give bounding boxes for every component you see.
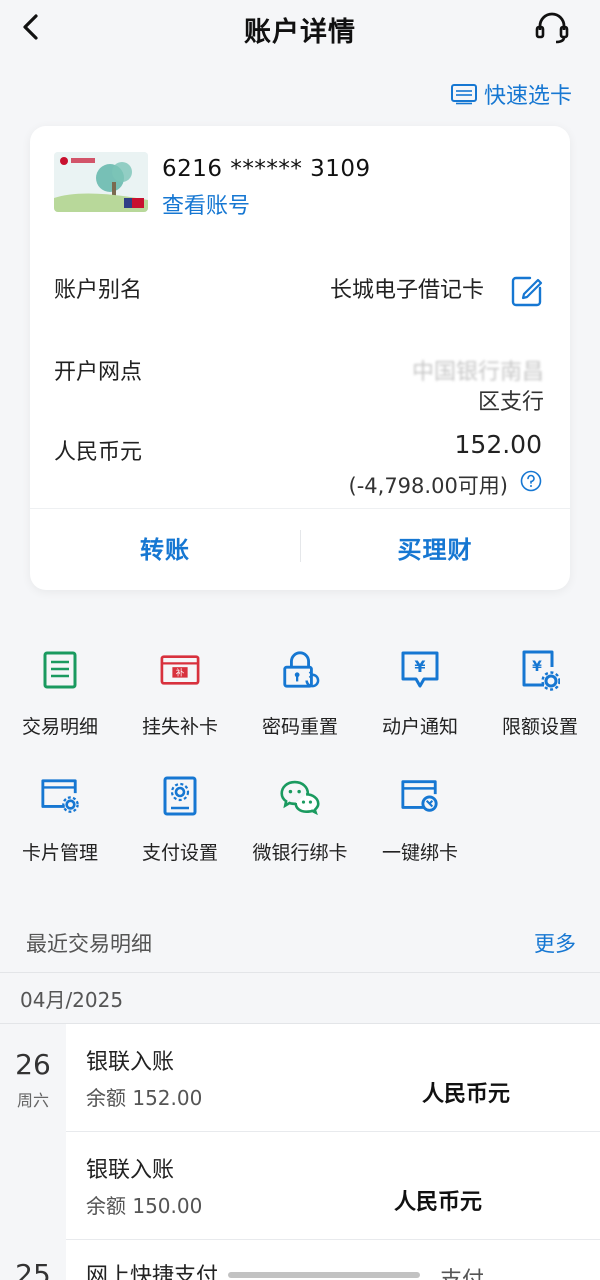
grid-item-password-reset[interactable]: 密码重置	[240, 650, 360, 760]
date-marker: 26 周六	[0, 1048, 66, 1111]
grid-label: 微银行绑卡	[252, 842, 348, 864]
buy-wealth-button[interactable]: 买理财	[300, 522, 570, 572]
currency-label: 人民币元	[54, 440, 143, 465]
yuan-message-icon: ¥	[401, 651, 439, 688]
page-title: 账户详情	[244, 16, 356, 48]
view-account-link[interactable]: 查看账号	[162, 188, 250, 220]
transaction-row[interactable]: 银联入账 余额 152.00 人民币元	[66, 1024, 600, 1132]
svg-text:补: 补	[176, 667, 185, 679]
wechat-icon	[280, 780, 320, 816]
transfer-button[interactable]: 转账	[30, 522, 300, 572]
edit-alias-button[interactable]	[510, 274, 544, 308]
grid-item-wechat-bind-card[interactable]: 微银行绑卡	[240, 776, 360, 886]
grid-item-payment-settings[interactable]: 支付设置	[120, 776, 240, 886]
grid-label: 限额设置	[501, 716, 578, 738]
weekday: 周六	[16, 1091, 49, 1110]
transaction-currency: 人民币元	[394, 1190, 483, 1215]
transaction-currency: 人民币元	[422, 1082, 511, 1107]
help-button[interactable]	[520, 470, 542, 492]
alias-value: 长城电子借记卡	[329, 278, 484, 303]
headset-icon	[535, 12, 569, 44]
payment-settings-icon	[163, 776, 197, 816]
chevron-left-icon	[23, 14, 38, 40]
transaction-row[interactable]: 银联入账 余额 150.00 人民币元	[66, 1132, 600, 1240]
edit-icon	[511, 276, 543, 307]
debit-card-image	[54, 152, 148, 212]
transaction-balance: 余额 150.00	[86, 1194, 203, 1218]
home-indicator	[228, 1272, 420, 1278]
available-amount: (-4,798.00可用)	[348, 474, 508, 498]
grid-item-report-loss[interactable]: 补 挂失补卡	[120, 650, 240, 760]
top-bar: 账户详情	[0, 0, 600, 58]
transaction-name: 银联入账	[86, 1158, 175, 1183]
month-header: 04月/2025	[0, 972, 600, 1024]
transaction-name: 银联入账	[86, 1050, 175, 1075]
day-number: 25	[15, 1258, 51, 1280]
month-label: 04月/2025	[20, 987, 124, 1012]
card-divider	[30, 508, 570, 509]
grid-item-one-click-bind[interactable]: 一键绑卡	[360, 776, 480, 886]
report-loss-icon: 补	[160, 655, 200, 685]
question-icon	[520, 470, 542, 492]
grid-label: 交易明细	[21, 716, 98, 738]
lock-reset-icon	[283, 651, 320, 688]
card-settings-icon	[41, 779, 79, 813]
transaction-name: 网上快捷支付	[86, 1264, 219, 1280]
svg-text:¥: ¥	[532, 659, 542, 675]
recent-transactions-title: 最近交易明细	[26, 932, 152, 956]
grid-label: 挂失补卡	[141, 716, 218, 738]
grid-label: 一键绑卡	[381, 842, 458, 864]
quick-select-card-button[interactable]: 快速选卡	[450, 78, 572, 110]
branch-label: 开户网点	[54, 360, 143, 385]
day-number: 26	[15, 1048, 51, 1081]
svg-text:¥: ¥	[414, 657, 425, 676]
balance-amount: 152.00	[454, 430, 542, 459]
back-button[interactable]	[14, 10, 48, 44]
card-bind-icon	[401, 780, 438, 812]
customer-service-button[interactable]	[532, 8, 572, 48]
quick-select-label: 快速选卡	[483, 84, 572, 109]
grid-item-transaction-detail[interactable]: 交易明细	[0, 650, 120, 760]
card-switch-icon	[450, 84, 477, 105]
account-card: 6216 ****** 3109 查看账号 账户别名 长城电子借记卡 开户网点 …	[30, 126, 570, 590]
branch-name: 区支行	[477, 390, 544, 415]
date-marker: 25	[0, 1258, 66, 1280]
grid-label: 支付设置	[141, 842, 218, 864]
card-number: 6216 ****** 3109	[162, 156, 371, 182]
grid-item-card-management[interactable]: 卡片管理	[0, 776, 120, 886]
grid-label: 卡片管理	[21, 842, 98, 864]
branch-name-blurred: 中国银行南昌	[411, 360, 544, 385]
transaction-currency: 支付	[440, 1262, 484, 1280]
grid-label: 密码重置	[261, 716, 338, 738]
grid-label: 动户通知	[381, 716, 458, 738]
alias-label: 账户别名	[54, 278, 143, 303]
grid-item-limit-settings[interactable]: ¥ 限额设置	[480, 650, 600, 760]
transaction-list-icon	[43, 651, 77, 689]
more-link[interactable]: 更多	[534, 928, 576, 958]
grid-item-account-notification[interactable]: ¥ 动户通知	[360, 650, 480, 760]
transaction-balance: 余额 152.00	[86, 1086, 203, 1110]
limit-settings-icon: ¥	[522, 650, 560, 691]
